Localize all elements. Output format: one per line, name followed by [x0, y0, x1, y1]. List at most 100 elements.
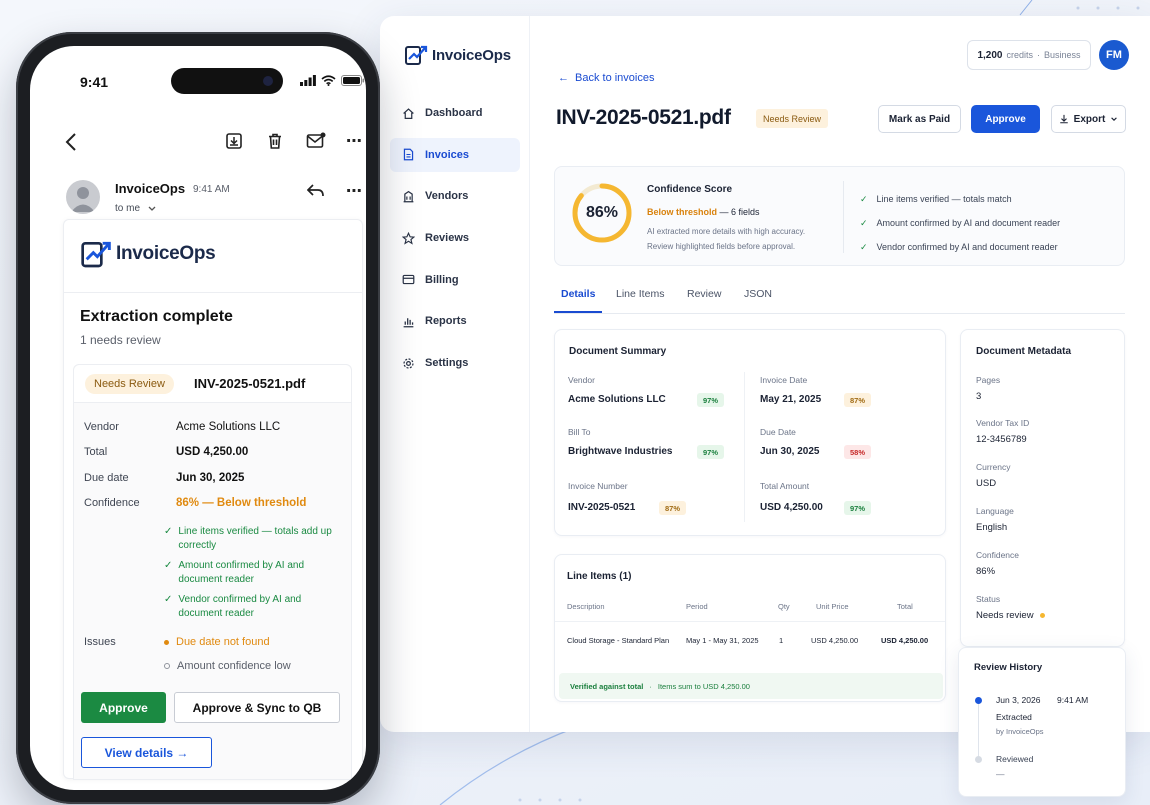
field-label: Total Amount	[760, 481, 810, 491]
check-item: ✓ Line items verified — totals add up cor…	[164, 525, 344, 553]
signal-icon	[300, 75, 316, 86]
bill-to-value: Brightwave Industries	[568, 446, 673, 457]
page-title: INV-2025-0521.pdf	[556, 106, 731, 129]
plan-name: Business	[1044, 50, 1081, 60]
sidebar-item-label: Settings	[425, 357, 469, 370]
invoice-summary-header: Needs Review INV-2025-0521.pdf	[74, 365, 351, 403]
tab-json[interactable]: JSON	[744, 288, 772, 300]
gear-icon	[403, 358, 414, 369]
tab-line-items[interactable]: Line Items	[616, 288, 664, 300]
table-cell: 1	[779, 636, 784, 645]
email-title: Extraction complete	[80, 308, 233, 325]
mail-icon[interactable]	[306, 132, 326, 150]
approve-sync-button[interactable]: Approve & Sync to QB	[174, 692, 340, 723]
divider	[64, 292, 362, 293]
confidence-note-line: AI extracted more details with high accu…	[647, 227, 806, 236]
recipient[interactable]: to me	[115, 203, 156, 214]
field-label: Vendor	[568, 375, 595, 385]
sidebar-item-label: Invoices	[425, 148, 470, 161]
meta-label: Currency	[976, 462, 1011, 472]
confidence-pill: 97%	[697, 393, 725, 407]
confidence-pill: 97%	[844, 501, 872, 515]
field-label: Invoice Date	[760, 375, 808, 385]
field-label: Due Date	[760, 427, 796, 437]
verified-note: Items sum to USD 4,250.00	[657, 681, 750, 691]
credits-badge[interactable]: 1,200 credits · Business	[967, 40, 1091, 70]
sidebar-item-billing[interactable]: Billing	[390, 263, 520, 297]
meta-value: 86%	[976, 566, 996, 577]
sidebar-item-invoices[interactable]: Invoices	[390, 137, 520, 172]
sidebar-item-dashboard[interactable]: Dashboard	[390, 96, 520, 130]
more-options-icon[interactable]: ⋯	[346, 181, 362, 201]
more-options-icon[interactable]: ⋯	[346, 131, 363, 151]
line-items-card: Line Items (1) Description Period Qty Un…	[554, 554, 946, 702]
mark-as-paid-button[interactable]: Mark as Paid	[878, 105, 961, 133]
column-header: Total	[897, 602, 913, 611]
check-label: Line items verified — totals match	[876, 194, 1012, 204]
tab-review[interactable]: Review	[687, 288, 721, 300]
user-avatar[interactable]: FM	[1099, 40, 1129, 70]
sidebar-item-label: Dashboard	[425, 107, 483, 119]
back-to-invoices-link[interactable]: ← Back to invoices	[558, 72, 654, 84]
check-label: Amount confirmed by AI and document read…	[876, 218, 1061, 228]
status-value: Needs review	[976, 610, 1045, 621]
confidence-pill: 97%	[697, 445, 725, 459]
sidebar-item-vendors[interactable]: Vendors	[390, 179, 520, 213]
status-badge: Needs Review	[756, 109, 829, 128]
row-label: Due date	[84, 472, 129, 484]
camera-icon	[263, 76, 273, 86]
arrow-left-icon: ←	[558, 72, 569, 84]
check-icon: ✓	[860, 217, 868, 228]
issue-item: Due date not found	[164, 636, 270, 648]
check-label: Amount confirmed by AI and document read…	[178, 560, 305, 585]
history-time: 9:41 AM	[1057, 695, 1089, 705]
phone-device: 9:41 ⋯ InvoiceOps 9:41 AM to me ⋯ Invoic…	[16, 32, 380, 804]
phone-screen: 9:41 ⋯ InvoiceOps 9:41 AM to me ⋯ Invoic…	[30, 46, 366, 790]
invoice-number-value: INV-2025-0521	[568, 502, 636, 513]
separator-dot: ·	[1037, 50, 1040, 60]
sidebar-item-label: Reports	[425, 315, 467, 328]
history-by: —	[996, 769, 1005, 779]
sidebar-item-label: Reviews	[425, 232, 470, 245]
meta-label: Language	[976, 506, 1014, 516]
issue-label: Amount confidence low	[177, 660, 291, 672]
approve-button[interactable]: Approve	[81, 692, 166, 723]
archive-icon[interactable]	[225, 132, 243, 150]
sidebar-item-reports[interactable]: Reports	[390, 304, 520, 338]
history-date: Jun 3, 2026	[996, 695, 1041, 705]
back-chevron-icon[interactable]	[64, 132, 78, 152]
bar-chart-icon	[403, 318, 414, 328]
check-item: ✓ Amount confirmed by AI and document rea…	[164, 559, 344, 587]
sidebar-item-label: Vendors	[425, 190, 469, 203]
brand-logo[interactable]: InvoiceOps	[404, 43, 511, 67]
logo-icon	[405, 45, 428, 65]
card-title: Document Metadata	[976, 346, 1072, 357]
due-date-value: Jun 30, 2025	[760, 446, 820, 457]
confidence-card: 86% Confidence Score Below threshold — 6…	[554, 166, 1125, 266]
dynamic-island	[171, 68, 283, 94]
threshold-fields: — 6 fields	[719, 207, 760, 217]
check-icon: ✓	[164, 526, 173, 537]
export-button[interactable]: Export	[1051, 105, 1126, 133]
sidebar-item-settings[interactable]: Settings	[390, 346, 520, 380]
threshold-label: Below threshold	[647, 207, 718, 217]
reply-icon[interactable]	[307, 184, 325, 198]
check-item: ✓ Vendor confirmed by AI and document rea…	[164, 593, 344, 621]
meta-label: Vendor Tax ID	[976, 418, 1030, 428]
tab-details[interactable]: Details	[561, 288, 595, 300]
due-date-value: Jun 30, 2025	[176, 472, 245, 484]
card-title: Line Items (1)	[567, 571, 632, 582]
issues-label: Issues	[84, 636, 116, 648]
trash-icon[interactable]	[266, 132, 284, 150]
total-amount-value: USD 4,250.00	[760, 502, 823, 513]
sender-avatar	[66, 180, 100, 214]
divider	[555, 621, 945, 622]
verified-label: Verified against total	[570, 681, 644, 691]
field-label: Invoice Number	[568, 481, 628, 491]
approve-button[interactable]: Approve	[971, 105, 1040, 133]
sidebar-item-reviews[interactable]: Reviews	[390, 221, 520, 255]
status-text: Needs review	[976, 610, 1034, 621]
view-details-button[interactable]: View details →	[81, 737, 212, 768]
sidebar-nav: Dashboard Invoices Vendors Reviews Billi…	[390, 96, 520, 388]
issue-label: Due date not found	[176, 636, 270, 648]
